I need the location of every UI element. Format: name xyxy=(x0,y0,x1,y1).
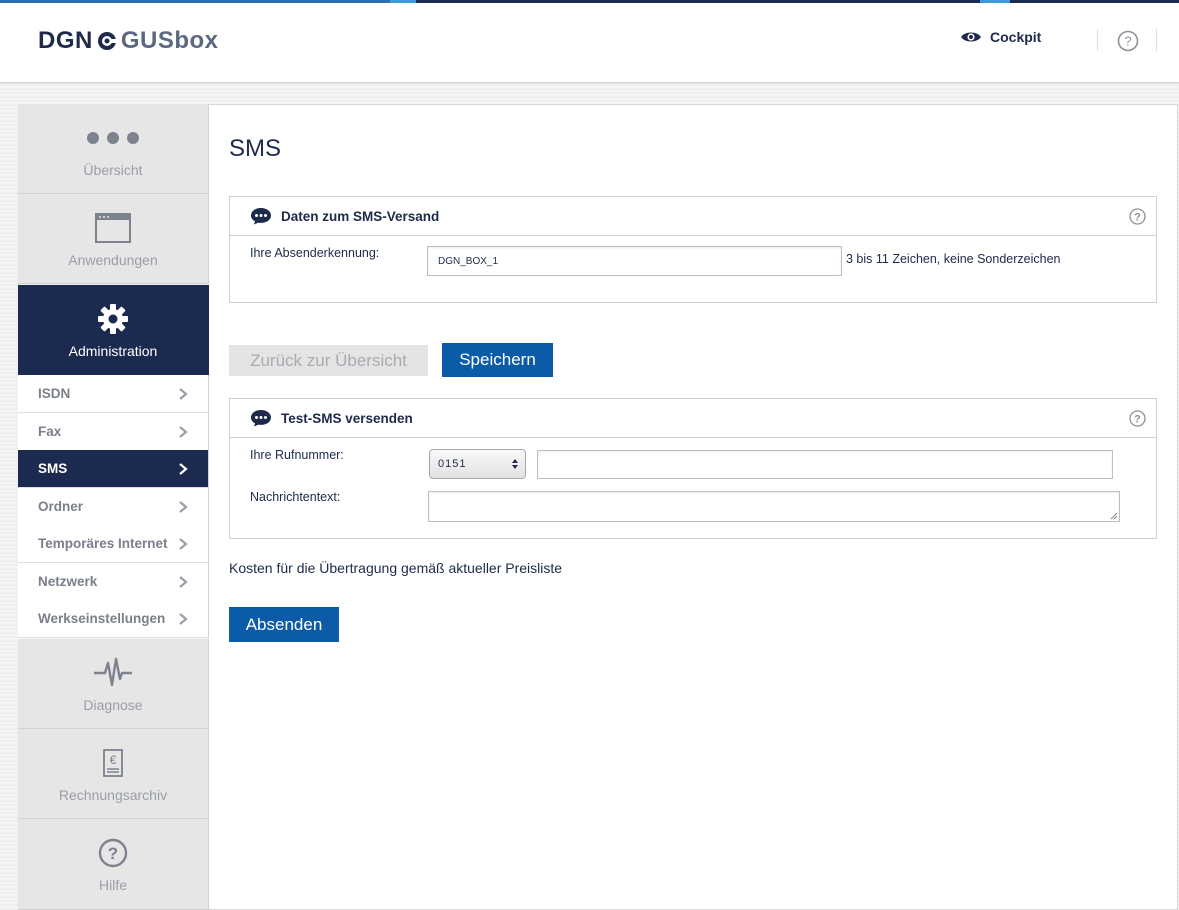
save-button[interactable]: Speichern xyxy=(442,343,553,377)
cockpit-label: Cockpit xyxy=(990,29,1042,45)
logo-secondary: GUSbox xyxy=(120,27,219,54)
sidebar-subitem-sms[interactable]: SMS xyxy=(18,450,209,488)
sender-id-input[interactable]: DGN_BOX_1 xyxy=(427,246,842,276)
header-divider xyxy=(1156,29,1157,51)
phone-number-label: Ihre Rufnummer: xyxy=(250,448,344,462)
cockpit-link[interactable]: Cockpit xyxy=(960,29,1041,45)
sidebar-item-hilfe[interactable]: ? Hilfe xyxy=(18,819,209,910)
svg-text:?: ? xyxy=(1134,212,1141,224)
message-text-label: Nachrichtentext: xyxy=(250,490,341,504)
chevron-right-icon xyxy=(179,500,188,513)
panel-title: Daten zum SMS-Versand xyxy=(281,208,440,224)
invoice-euro-icon: € xyxy=(103,748,123,777)
svg-text:?: ? xyxy=(1124,34,1131,49)
svg-text:?: ? xyxy=(1134,414,1141,426)
sidebar-subitem-fax[interactable]: Fax xyxy=(18,413,209,451)
question-circle-icon: ? xyxy=(98,838,128,868)
panel-title: Test-SMS versenden xyxy=(281,410,413,426)
sidebar-item-uebersicht[interactable]: Übersicht xyxy=(18,104,209,194)
sidebar-item-label: Übersicht xyxy=(83,161,143,178)
cost-note: Kosten für die Übertragung gemäß aktuell… xyxy=(229,560,563,576)
phone-prefix-value: 0151 xyxy=(438,458,467,470)
sidebar-subitem-label: Temporäres Internet xyxy=(38,536,168,551)
panel-header: Test-SMS versenden ? xyxy=(230,399,1156,438)
gear-icon xyxy=(98,303,128,334)
chevron-right-icon xyxy=(179,575,188,588)
send-button[interactable]: Absenden xyxy=(229,607,339,642)
back-to-overview-button[interactable]: Zurück zur Übersicht xyxy=(229,345,428,376)
chat-bubble-icon xyxy=(251,208,271,225)
chevron-right-icon xyxy=(179,462,188,475)
sidebar-subitem-label: SMS xyxy=(38,461,68,476)
svg-text:?: ? xyxy=(108,844,118,863)
sidebar-item-diagnose[interactable]: Diagnose xyxy=(18,639,209,729)
sidebar-item-administration[interactable]: Administration xyxy=(18,285,209,375)
sidebar-item-rechnungsarchiv[interactable]: € Rechnungsarchiv xyxy=(18,729,209,819)
sidebar-subitem-isdn[interactable]: ISDN xyxy=(18,375,209,413)
sidebar-subitem-label: Werkseinstellungen xyxy=(38,611,166,626)
select-arrows-icon xyxy=(512,459,518,469)
sender-id-value: DGN_BOX_1 xyxy=(438,255,499,267)
dots-icon xyxy=(87,131,139,144)
app-logo[interactable]: DGN GUSbox xyxy=(38,26,219,56)
sidebar-subitem-temporaeres-internet[interactable]: Temporäres Internet xyxy=(18,525,209,563)
chevron-right-icon xyxy=(179,537,188,550)
test-sms-panel: Test-SMS versenden ? Ihre Rufnummer: 015… xyxy=(229,398,1157,539)
sidebar-subitem-ordner[interactable]: Ordner xyxy=(18,488,209,526)
chevron-right-icon xyxy=(179,612,188,625)
eye-icon xyxy=(961,32,981,42)
sidebar: Übersicht Anwendungen Administration ISD… xyxy=(18,104,209,910)
chevron-right-icon xyxy=(179,425,188,438)
question-circle-icon[interactable]: ? xyxy=(1117,30,1139,52)
sidebar-item-label: Anwendungen xyxy=(68,251,158,268)
sidebar-item-label: Rechnungsarchiv xyxy=(58,786,168,803)
logo-mark-icon xyxy=(97,32,117,50)
sidebar-subitem-label: Fax xyxy=(38,424,62,439)
app-header: DGN GUSbox Cockpit ? xyxy=(0,3,1179,83)
pulse-icon xyxy=(94,657,132,686)
message-textarea[interactable] xyxy=(428,491,1120,522)
sidebar-subitem-label: Netzwerk xyxy=(38,574,98,589)
phone-number-input[interactable] xyxy=(537,450,1113,479)
question-circle-icon[interactable]: ? xyxy=(1129,208,1146,225)
logo-primary: DGN xyxy=(38,27,93,54)
header-divider xyxy=(1097,29,1098,51)
sidebar-subitem-label: Ordner xyxy=(38,499,84,514)
sidebar-item-label: Hilfe xyxy=(98,877,127,893)
sidebar-item-label: Diagnose xyxy=(83,696,143,713)
sender-panel: Daten zum SMS-Versand ? Ihre Absenderken… xyxy=(229,196,1157,303)
phone-prefix-select[interactable]: 0151 xyxy=(429,449,526,479)
sidebar-subitem-werkseinstellungen[interactable]: Werkseinstellungen xyxy=(18,600,209,638)
chevron-right-icon xyxy=(179,387,188,400)
window-icon xyxy=(95,212,131,243)
question-circle-icon[interactable]: ? xyxy=(1129,410,1146,427)
sidebar-item-label: Administration xyxy=(68,342,158,359)
sidebar-subitem-label: ISDN xyxy=(38,386,71,401)
svg-text:€: € xyxy=(110,753,117,767)
sidebar-subitem-netzwerk[interactable]: Netzwerk xyxy=(18,563,209,601)
sidebar-item-anwendungen[interactable]: Anwendungen xyxy=(18,194,209,284)
sender-id-hint: 3 bis 11 Zeichen, keine Sonderzeichen xyxy=(846,252,1061,266)
main-content: SMS Daten zum SMS-Versand ? Ihre Absende… xyxy=(209,104,1178,910)
panel-header: Daten zum SMS-Versand ? xyxy=(230,197,1156,236)
resize-handle-icon[interactable] xyxy=(1110,512,1118,520)
sender-id-label: Ihre Absenderkennung: xyxy=(250,246,380,260)
chat-bubble-icon xyxy=(251,410,271,427)
page-title: SMS xyxy=(229,135,282,162)
